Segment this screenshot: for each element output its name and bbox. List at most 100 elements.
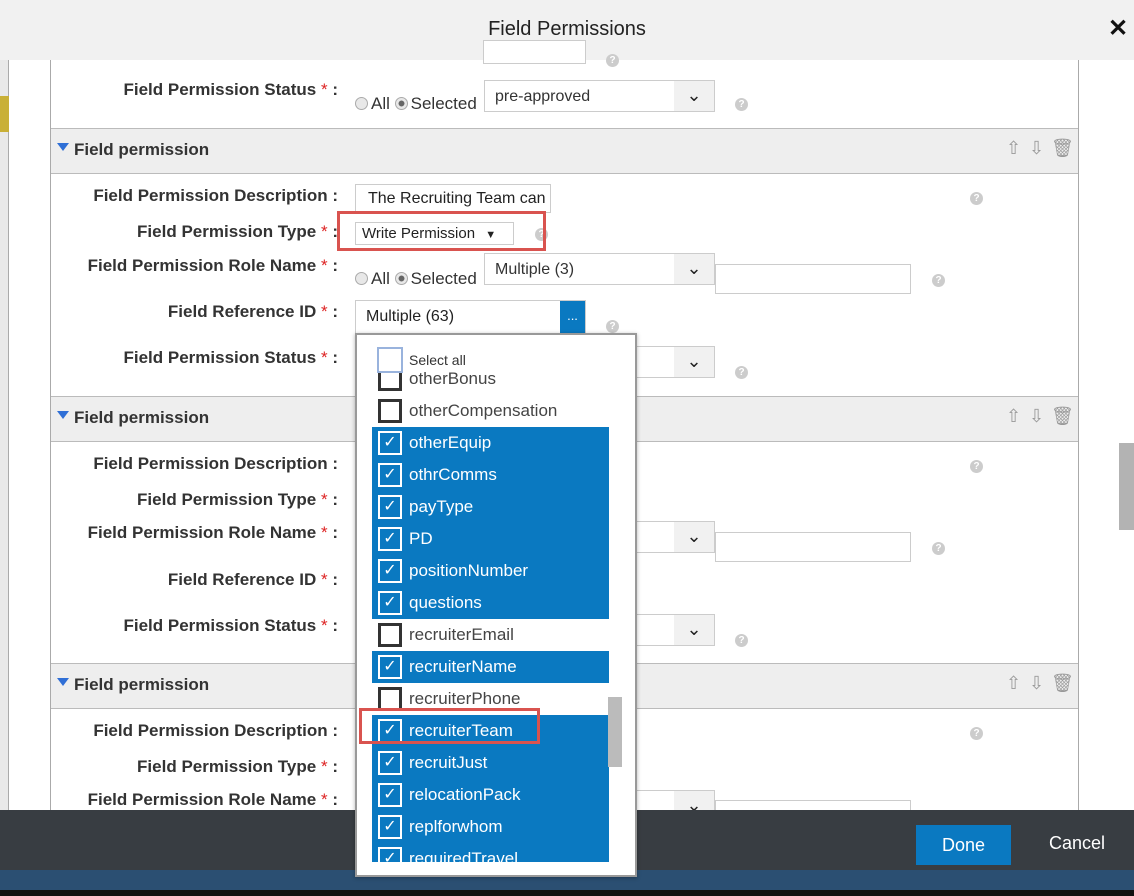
dropdown-item[interactable]: ✓ otherEquip [372, 427, 609, 459]
reference-id-input[interactable]: Multiple (63)... [355, 300, 586, 334]
dropdown-item[interactable]: ✓ recruitJust [372, 747, 609, 779]
checkbox[interactable]: ✓ [378, 783, 402, 807]
move-down-icon[interactable]: ⇩ [1029, 138, 1044, 159]
help-icon[interactable]: ? [735, 98, 748, 111]
chevron-down-icon[interactable]: ⌄ [674, 254, 714, 284]
scope-radio-group[interactable]: All Selected [355, 269, 477, 289]
reference-id-dropdown[interactable]: otherBonus otherCompensation ✓ otherEquip ✓ o… [355, 333, 637, 877]
status-select[interactable]: pre-approved ⌄ [484, 80, 715, 112]
checkbox[interactable]: ✓ [378, 815, 402, 839]
checkbox[interactable]: ✓ [378, 591, 402, 615]
collapse-triangle-icon[interactable] [57, 411, 69, 419]
checkbox[interactable]: ✓ [378, 527, 402, 551]
collapse-triangle-icon[interactable] [57, 678, 69, 686]
radio-selected[interactable] [394, 97, 408, 110]
role-select[interactable]: Multiple (3) ⌄ [484, 253, 715, 285]
role-extra-input[interactable] [715, 264, 911, 294]
required-marker: * [320, 616, 328, 635]
colon: : [332, 790, 338, 809]
radio-selected[interactable] [394, 272, 408, 285]
radio-all[interactable] [355, 97, 368, 110]
item-label: recruiterEmail [409, 625, 514, 644]
scope-radio-group[interactable]: All Selected [355, 94, 477, 114]
required-marker: * [320, 256, 328, 275]
move-up-icon[interactable]: ⇧ [1006, 406, 1021, 427]
help-icon[interactable]: ? [970, 192, 983, 205]
move-down-icon[interactable]: ⇩ [1029, 673, 1044, 694]
radio-all-label: All [371, 269, 390, 288]
close-icon[interactable]: ✕ [1108, 14, 1128, 43]
help-icon[interactable]: ? [606, 54, 619, 67]
move-up-icon[interactable]: ⇧ [1006, 138, 1021, 159]
dropdown-item[interactable]: ✓ requiredTravel [372, 843, 609, 862]
section-header[interactable]: Field permission ⇧ ⇩ 🗑 [51, 128, 1078, 174]
label-text: Field Reference ID [167, 302, 317, 321]
chevron-down-icon[interactable]: ⌄ [674, 347, 714, 377]
label-text: Field Reference ID [167, 570, 317, 589]
item-label: replforwhom [409, 817, 503, 836]
checkbox[interactable] [378, 623, 402, 647]
help-icon[interactable]: ? [735, 634, 748, 647]
trash-icon[interactable]: 🗑 [1051, 406, 1074, 427]
dropdown-item[interactable]: otherCompensation [372, 395, 609, 427]
dropdown-items[interactable]: otherBonus otherCompensation ✓ otherEquip ✓ o… [372, 363, 609, 862]
dropdown-item[interactable]: ✓ payType [372, 491, 609, 523]
checkbox[interactable]: ✓ [378, 751, 402, 775]
dropdown-item[interactable]: ✓ relocationPack [372, 779, 609, 811]
required-marker: * [320, 757, 328, 776]
dropdown-item[interactable]: ✓ replforwhom [372, 811, 609, 843]
dropdown-item[interactable]: ✓ questions [372, 587, 609, 619]
checkbox[interactable]: ✓ [378, 495, 402, 519]
checkbox[interactable]: ✓ [378, 431, 402, 455]
dropdown-item[interactable]: ✓ positionNumber [372, 555, 609, 587]
dropdown-item[interactable]: ✓ recruiterName [372, 651, 609, 683]
chevron-down-icon[interactable]: ⌄ [674, 81, 714, 111]
colon: : [332, 616, 338, 635]
item-label: relocationPack [409, 785, 521, 804]
dialog-scrollbar[interactable] [1119, 443, 1134, 530]
cancel-button[interactable]: Cancel [1049, 833, 1105, 854]
checkbox[interactable]: ✓ [378, 847, 402, 862]
section-title: Field permission [74, 140, 210, 159]
select-all-checkbox[interactable] [377, 347, 403, 373]
dropdown-item[interactable]: recruiterEmail [372, 619, 609, 651]
dropdown-item[interactable]: ✓ PD [372, 523, 609, 555]
help-icon[interactable]: ? [932, 274, 945, 287]
move-up-icon[interactable]: ⇧ [1006, 673, 1021, 694]
required-marker: * [320, 222, 328, 241]
description-input[interactable]: The Recruiting Team can [355, 184, 551, 213]
chevron-down-icon[interactable]: ⌄ [674, 522, 714, 552]
select-value: pre-approved [495, 88, 591, 105]
done-button[interactable]: Done [916, 825, 1011, 865]
checkbox[interactable] [378, 399, 402, 423]
partial-input[interactable] [483, 40, 586, 64]
radio-all[interactable] [355, 272, 368, 285]
help-icon[interactable]: ? [932, 542, 945, 555]
collapse-triangle-icon[interactable] [57, 143, 69, 151]
role-extra-input[interactable] [715, 532, 911, 562]
dropdown-item[interactable]: otherBonus [372, 363, 609, 395]
required-marker: * [320, 302, 328, 321]
checkbox[interactable]: ✓ [378, 655, 402, 679]
label-text: Field Permission Role Name [87, 523, 317, 542]
chevron-down-icon[interactable]: ⌄ [674, 615, 714, 645]
browse-button[interactable]: ... [560, 301, 585, 333]
dialog-title: Field Permissions [488, 18, 646, 40]
highlight-box-recruiterteam [359, 708, 540, 744]
section-title: Field permission [74, 675, 210, 694]
label-status: Field Permission Status * : [124, 80, 339, 100]
move-down-icon[interactable]: ⇩ [1029, 406, 1044, 427]
dropdown-item[interactable]: ✓ othrComms [372, 459, 609, 491]
dropdown-scrollbar[interactable] [608, 697, 622, 767]
help-icon[interactable]: ? [970, 460, 983, 473]
checkbox[interactable]: ✓ [378, 559, 402, 583]
select-all-label[interactable]: Select all [409, 352, 466, 368]
help-icon[interactable]: ? [606, 320, 619, 333]
help-icon[interactable]: ? [735, 366, 748, 379]
colon: : [332, 454, 338, 473]
help-icon[interactable]: ? [970, 727, 983, 740]
checkbox[interactable]: ✓ [378, 463, 402, 487]
trash-icon[interactable]: 🗑 [1051, 673, 1074, 694]
label-role: Field Permission Role Name * : [88, 790, 338, 810]
trash-icon[interactable]: 🗑 [1051, 138, 1074, 159]
